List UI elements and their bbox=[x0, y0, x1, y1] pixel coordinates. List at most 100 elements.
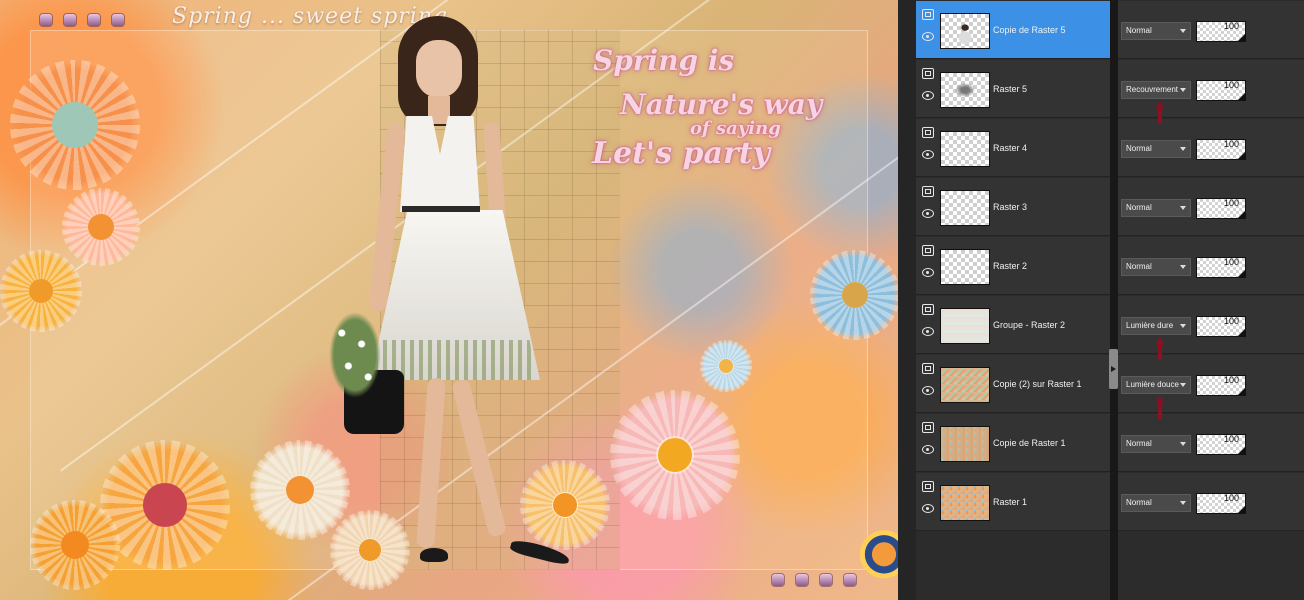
opacity-field[interactable]: 100 bbox=[1196, 80, 1246, 101]
blend-mode-select[interactable]: Normal bbox=[1121, 494, 1191, 512]
opacity-field[interactable]: 100 bbox=[1196, 21, 1246, 42]
layer-properties-row: Recouvrement 100 bbox=[1118, 60, 1304, 118]
layer-thumbnail bbox=[940, 72, 990, 108]
dress bbox=[400, 116, 480, 212]
layer-thumbnail bbox=[940, 308, 990, 344]
visibility-eye-icon[interactable] bbox=[922, 327, 934, 336]
visibility-eye-icon[interactable] bbox=[922, 91, 934, 100]
layer-type-icon[interactable] bbox=[922, 363, 934, 374]
collapse-handle-icon[interactable] bbox=[1109, 349, 1118, 389]
layer-row[interactable]: Raster 2 bbox=[916, 237, 1110, 295]
layer-properties-row: Lumière douce 100 bbox=[1118, 355, 1304, 413]
blend-mode-value: Recouvrement bbox=[1126, 85, 1179, 94]
layer-thumbnail bbox=[940, 131, 990, 167]
visibility-eye-icon[interactable] bbox=[922, 386, 934, 395]
layer-type-icon[interactable] bbox=[922, 422, 934, 433]
woman-figure bbox=[320, 10, 571, 575]
pink-square-button bbox=[820, 574, 832, 586]
opacity-field[interactable]: 100 bbox=[1196, 493, 1246, 514]
pink-square-button bbox=[112, 14, 124, 26]
layer-properties-row: Normal 100 bbox=[1118, 119, 1304, 177]
blend-mode-value: Normal bbox=[1126, 439, 1152, 448]
layer-row[interactable]: Copie de Raster 5 bbox=[916, 1, 1110, 59]
blend-mode-select[interactable]: Normal bbox=[1121, 140, 1191, 158]
blend-mode-select[interactable]: Normal bbox=[1121, 258, 1191, 276]
opacity-value: 100 bbox=[1223, 434, 1239, 444]
layer-type-icon[interactable] bbox=[922, 304, 934, 315]
opacity-field[interactable]: 100 bbox=[1196, 316, 1246, 337]
blend-mode-select[interactable]: Lumière douce bbox=[1121, 376, 1191, 394]
flower-decoration bbox=[0, 250, 82, 332]
layer-icons bbox=[922, 245, 934, 277]
visibility-eye-icon[interactable] bbox=[922, 150, 934, 159]
layer-icons bbox=[922, 363, 934, 395]
layer-row[interactable]: Groupe - Raster 2 bbox=[916, 296, 1110, 354]
red-arrow-icon bbox=[1155, 336, 1165, 364]
visibility-eye-icon[interactable] bbox=[922, 268, 934, 277]
flower-decoration bbox=[62, 188, 140, 266]
layer-icons bbox=[922, 68, 934, 100]
chevron-down-icon bbox=[1180, 383, 1186, 387]
blend-mode-select[interactable]: Lumière dure bbox=[1121, 317, 1191, 335]
top-button-group bbox=[40, 14, 124, 26]
pink-square-button bbox=[88, 14, 100, 26]
pink-square-button bbox=[772, 574, 784, 586]
quote-line-2: Nature's way bbox=[620, 88, 823, 121]
chevron-down-icon bbox=[1180, 442, 1186, 446]
pink-square-button bbox=[64, 14, 76, 26]
visibility-eye-icon[interactable] bbox=[922, 504, 934, 513]
blend-mode-value: Lumière douce bbox=[1126, 380, 1179, 389]
layer-icons bbox=[922, 9, 934, 41]
blend-mode-select[interactable]: Normal bbox=[1121, 22, 1191, 40]
layer-properties-row: Normal 100 bbox=[1118, 414, 1304, 472]
layer-name: Raster 3 bbox=[993, 202, 1028, 212]
flower-decoration bbox=[10, 60, 140, 190]
pink-square-button bbox=[40, 14, 52, 26]
layer-type-icon[interactable] bbox=[922, 186, 934, 197]
quote-line-4: Let's party bbox=[592, 136, 771, 171]
chevron-down-icon bbox=[1180, 265, 1186, 269]
blend-mode-select[interactable]: Normal bbox=[1121, 199, 1191, 217]
chevron-down-icon bbox=[1180, 206, 1186, 210]
layer-type-icon[interactable] bbox=[922, 127, 934, 138]
layer-type-icon[interactable] bbox=[922, 245, 934, 256]
layer-row[interactable]: Copie (2) sur Raster 1 bbox=[916, 355, 1110, 413]
layer-type-icon[interactable] bbox=[922, 68, 934, 79]
pink-square-button bbox=[844, 574, 856, 586]
layer-name: Groupe - Raster 2 bbox=[993, 320, 1066, 330]
blend-mode-select[interactable]: Recouvrement bbox=[1121, 81, 1191, 99]
opacity-field[interactable]: 100 bbox=[1196, 198, 1246, 219]
opacity-field[interactable]: 100 bbox=[1196, 257, 1246, 278]
opacity-value: 100 bbox=[1223, 198, 1239, 208]
bottom-button-group bbox=[772, 574, 856, 586]
layer-type-icon[interactable] bbox=[922, 481, 934, 492]
opacity-field[interactable]: 100 bbox=[1196, 139, 1246, 160]
layer-row[interactable]: Raster 3 bbox=[916, 178, 1110, 236]
layer-thumbnail bbox=[940, 13, 990, 49]
layer-icons bbox=[922, 422, 934, 454]
visibility-eye-icon[interactable] bbox=[922, 445, 934, 454]
flower-decoration bbox=[810, 250, 898, 340]
opacity-field[interactable]: 100 bbox=[1196, 434, 1246, 455]
chevron-down-icon bbox=[1180, 147, 1186, 151]
layer-properties-row: Normal 100 bbox=[1118, 178, 1304, 236]
artwork-canvas[interactable]: Spring ... sweet spring Spring is Nature… bbox=[0, 0, 898, 600]
layer-row[interactable]: Raster 1 bbox=[916, 473, 1110, 531]
layer-properties-row: Normal 100 bbox=[1118, 1, 1304, 59]
blend-mode-select[interactable]: Normal bbox=[1121, 435, 1191, 453]
panel-left-gutter bbox=[898, 0, 916, 600]
face bbox=[416, 40, 462, 98]
layer-row[interactable]: Copie de Raster 1 bbox=[916, 414, 1110, 472]
layer-row[interactable]: Raster 4 bbox=[916, 119, 1110, 177]
layer-row[interactable]: Raster 5 bbox=[916, 60, 1110, 118]
visibility-eye-icon[interactable] bbox=[922, 32, 934, 41]
panel-divider bbox=[1110, 0, 1118, 600]
layer-thumbnail bbox=[940, 249, 990, 285]
layer-properties-row: Lumière dure 100 bbox=[1118, 296, 1304, 354]
visibility-eye-icon[interactable] bbox=[922, 209, 934, 218]
layer-type-icon[interactable] bbox=[922, 9, 934, 20]
blend-mode-value: Normal bbox=[1126, 498, 1152, 507]
opacity-field[interactable]: 100 bbox=[1196, 375, 1246, 396]
layer-thumbnail bbox=[940, 485, 990, 521]
blend-mode-value: Normal bbox=[1126, 26, 1152, 35]
